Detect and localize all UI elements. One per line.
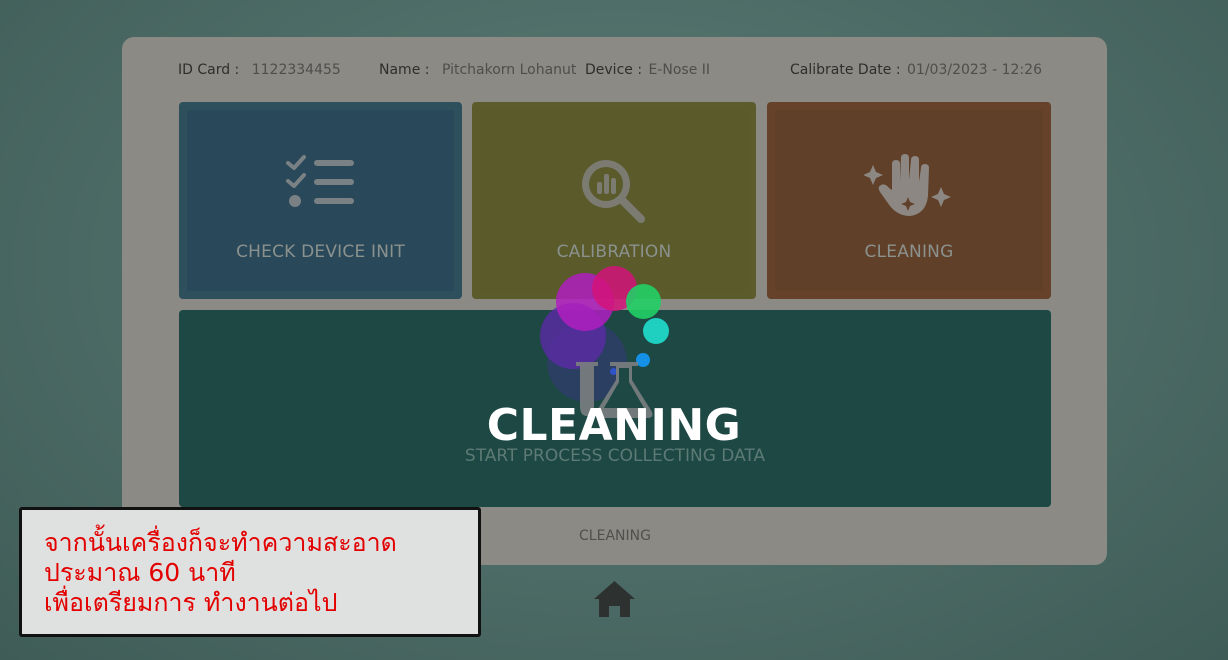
device-info: Device : E-Nose II: [585, 62, 710, 80]
status-text: CLEANING: [579, 528, 651, 544]
calibrate-label: Calibrate Date :: [790, 62, 901, 78]
id-card-label: ID Card :: [178, 62, 240, 78]
sparkle-hand-icon: [863, 150, 954, 228]
calibration-label: CALIBRATION: [556, 242, 672, 262]
device-value: E-Nose II: [648, 62, 711, 78]
name-value: Pitchakorn Lohanut: [441, 62, 577, 78]
cleaning-tile-label: CLEANING: [864, 242, 954, 262]
magnifier-chart-icon: [578, 156, 650, 230]
id-card-info: ID Card : 1122334455: [178, 62, 341, 80]
id-card-value: 1122334455: [251, 62, 341, 78]
cleaning-tile[interactable]: CLEANING: [767, 102, 1051, 299]
note-line-1: จากนั้นเครื่องก็จะทำความสะอาด: [44, 528, 397, 557]
check-device-init-label: CHECK DEVICE INIT: [236, 242, 405, 262]
name-label: Name :: [379, 62, 430, 78]
calibrate-value: 01/03/2023 - 12:26: [907, 62, 1042, 78]
loader-dot: [626, 284, 661, 319]
start-process-label: START PROCESS COLLECTING DATA: [464, 446, 766, 466]
instruction-note: จากนั้นเครื่องก็จะทำความสะอาด ประมาณ 60 …: [19, 507, 481, 637]
loader-dot: [643, 318, 669, 344]
calibrate-info: Calibrate Date : 01/03/2023 - 12:26: [790, 62, 1042, 80]
note-line-2: ประมาณ 60 นาที: [44, 558, 236, 587]
checklist-icon: [285, 154, 356, 218]
device-label: Device :: [585, 62, 643, 78]
check-device-init-tile[interactable]: CHECK DEVICE INIT: [179, 102, 462, 299]
overlay-title: CLEANING: [486, 400, 742, 451]
name-info: Name : Pitchakorn Lohanut: [379, 62, 576, 80]
home-icon[interactable]: [593, 580, 636, 622]
note-line-3: เพื่อเตรียมการ ทำงานต่อไป: [44, 588, 338, 617]
